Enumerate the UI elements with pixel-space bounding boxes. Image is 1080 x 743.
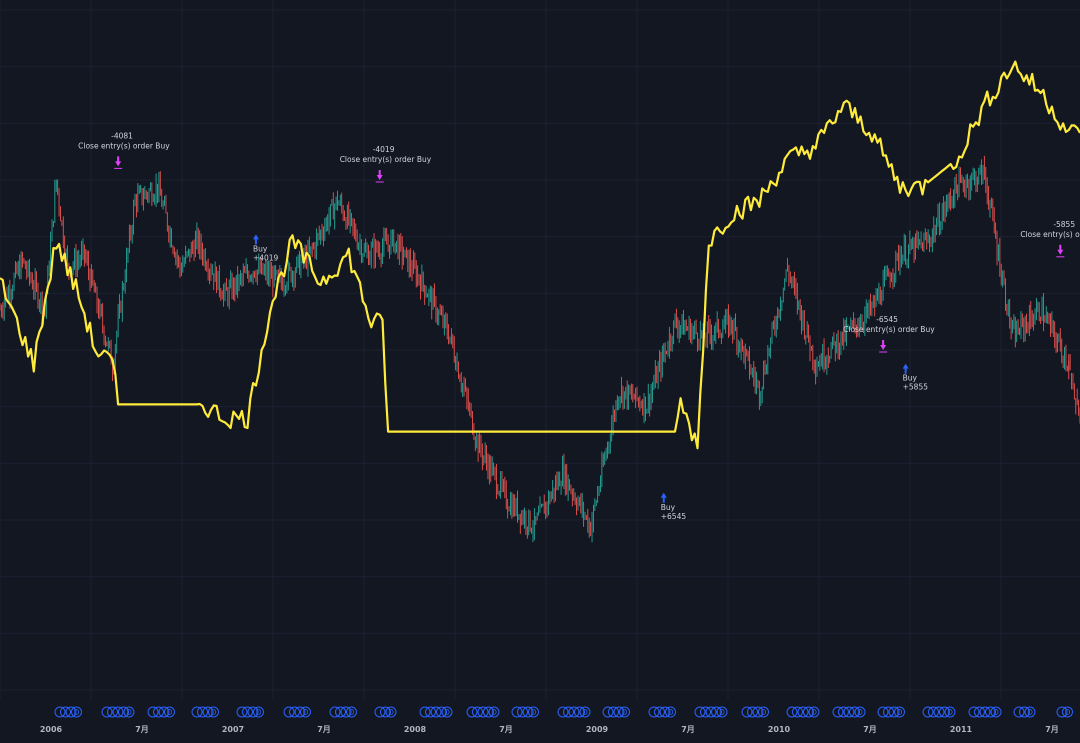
close-arrow-icon xyxy=(880,340,887,350)
signal-label: Close entry(s) order Buy xyxy=(1020,230,1080,239)
signal-label: Buy xyxy=(253,244,268,253)
event-marker-glyph: D xyxy=(444,708,450,717)
x-axis-tick-label: 2010 xyxy=(768,725,791,734)
event-marker-icon[interactable]: D xyxy=(1024,706,1036,718)
signal-label: Close entry(s) order Buy xyxy=(843,325,935,334)
event-marker-icon[interactable]: D xyxy=(441,706,453,718)
event-marker-icon[interactable]: D xyxy=(208,706,219,718)
x-axis-tick-label: 2006 xyxy=(40,725,63,734)
buy-arrow-icon xyxy=(902,363,909,374)
event-marker-icon[interactable]: D xyxy=(528,706,539,718)
buy-arrow-icon xyxy=(252,234,259,245)
event-marker-glyph: D xyxy=(1027,708,1033,717)
event-marker-icon[interactable]: D xyxy=(71,706,82,718)
event-marker-glyph: D xyxy=(668,708,674,717)
event-marker-glyph: D xyxy=(74,708,80,717)
close-signal[interactable]: -4019Close entry(s) order Buy xyxy=(340,145,432,183)
event-marker-icon[interactable]: D xyxy=(758,706,769,718)
event-marker-icon[interactable]: D xyxy=(808,706,820,718)
x-axis-tick-label: 7月 xyxy=(317,725,331,734)
event-marker-icon[interactable]: D xyxy=(619,706,630,718)
event-marker-glyph: D xyxy=(857,708,863,717)
x-axis-tick-label: 7月 xyxy=(863,725,877,734)
buy-signal[interactable]: Buy+5855 xyxy=(902,363,929,392)
signal-label: -4019 xyxy=(373,145,395,154)
signal-label: Close entry(s) order Buy xyxy=(78,141,170,150)
event-marker-icon[interactable]: D xyxy=(579,706,591,718)
close-arrow-icon xyxy=(1057,244,1064,255)
event-marker-glyph: D xyxy=(256,708,262,717)
event-marker-icon[interactable]: D xyxy=(854,706,866,718)
x-axis-tick-label: 7月 xyxy=(681,725,695,734)
event-marker-glyph: D xyxy=(303,708,309,717)
close-signal[interactable]: -4081Close entry(s) order Buy xyxy=(78,131,170,169)
event-marker-icon[interactable]: D xyxy=(346,706,357,718)
event-marker-glyph: D xyxy=(388,708,394,717)
event-marker-glyph: D xyxy=(582,708,588,717)
x-axis-tick-label: 2008 xyxy=(404,725,427,734)
x-axis-tick-label: 7月 xyxy=(135,725,149,734)
event-marker-icon[interactable]: D xyxy=(990,706,1002,718)
buy-signal[interactable]: Buy+4019 xyxy=(252,234,279,262)
event-marker-icon[interactable]: D xyxy=(385,706,397,718)
signal-label: +6545 xyxy=(661,512,687,521)
signal-label: Buy xyxy=(661,503,676,512)
signal-label: -6545 xyxy=(876,315,898,324)
event-marker-icon[interactable]: D xyxy=(944,706,956,718)
event-marker-glyph: D xyxy=(126,708,132,717)
event-marker-glyph: D xyxy=(947,708,953,717)
event-marker-glyph: D xyxy=(761,708,767,717)
signal-label: +5855 xyxy=(903,383,929,392)
signal-label: +4019 xyxy=(253,253,279,262)
x-axis-tick-label: 2007 xyxy=(222,725,244,734)
event-marker-glyph: D xyxy=(167,708,173,717)
event-marker-glyph: D xyxy=(897,708,903,717)
buy-arrow-icon xyxy=(660,492,667,503)
event-marker-glyph: D xyxy=(1065,708,1071,717)
close-arrow-icon xyxy=(115,156,122,167)
signal-label: Close entry(s) order Buy xyxy=(340,155,432,164)
buy-signal[interactable]: Buy+6545 xyxy=(660,492,687,521)
chart-area[interactable]: -4081 Close entry(s) order Buy Buy +4019 -40… xyxy=(0,0,1080,743)
close-arrow-icon xyxy=(376,170,383,180)
close-signal[interactable]: -6545Close entry(s) order Buy xyxy=(843,315,935,353)
x-axis-tick-label: 7月 xyxy=(1045,725,1059,734)
event-marker-icon[interactable]: D xyxy=(164,706,175,718)
event-marker-glyph: D xyxy=(349,708,355,717)
event-marker-icon[interactable]: D xyxy=(300,706,311,718)
event-marker-glyph: D xyxy=(811,708,817,717)
event-marker-glyph: D xyxy=(993,708,999,717)
x-axis-tick-label: 7月 xyxy=(499,725,513,734)
event-marker-icon[interactable]: D xyxy=(716,706,728,718)
x-axis-tick-label: 2011 xyxy=(950,725,973,734)
event-marker-icon[interactable]: D xyxy=(123,706,135,718)
event-marker-glyph: D xyxy=(622,708,628,717)
signal-label: -5855 xyxy=(1053,220,1075,229)
signal-label: -4081 xyxy=(111,131,133,140)
price-chart[interactable]: -4081Close entry(s) order BuyBuy+4019-40… xyxy=(0,0,1080,743)
close-signal[interactable]: -5855Close entry(s) order Buy xyxy=(1020,220,1080,258)
event-marker-glyph: D xyxy=(211,708,217,717)
event-marker-glyph: D xyxy=(491,708,497,717)
event-marker-icon[interactable]: D xyxy=(488,706,500,718)
event-marker-glyph: D xyxy=(719,708,725,717)
signal-label: Buy xyxy=(903,374,918,383)
event-marker-icon[interactable]: D xyxy=(253,706,264,718)
event-marker-icon[interactable]: D xyxy=(894,706,905,718)
event-marker-glyph: D xyxy=(531,708,537,717)
event-marker-icon[interactable]: D xyxy=(1062,706,1073,718)
x-axis-tick-label: 2009 xyxy=(586,725,609,734)
event-marker-icon[interactable]: D xyxy=(665,706,676,718)
